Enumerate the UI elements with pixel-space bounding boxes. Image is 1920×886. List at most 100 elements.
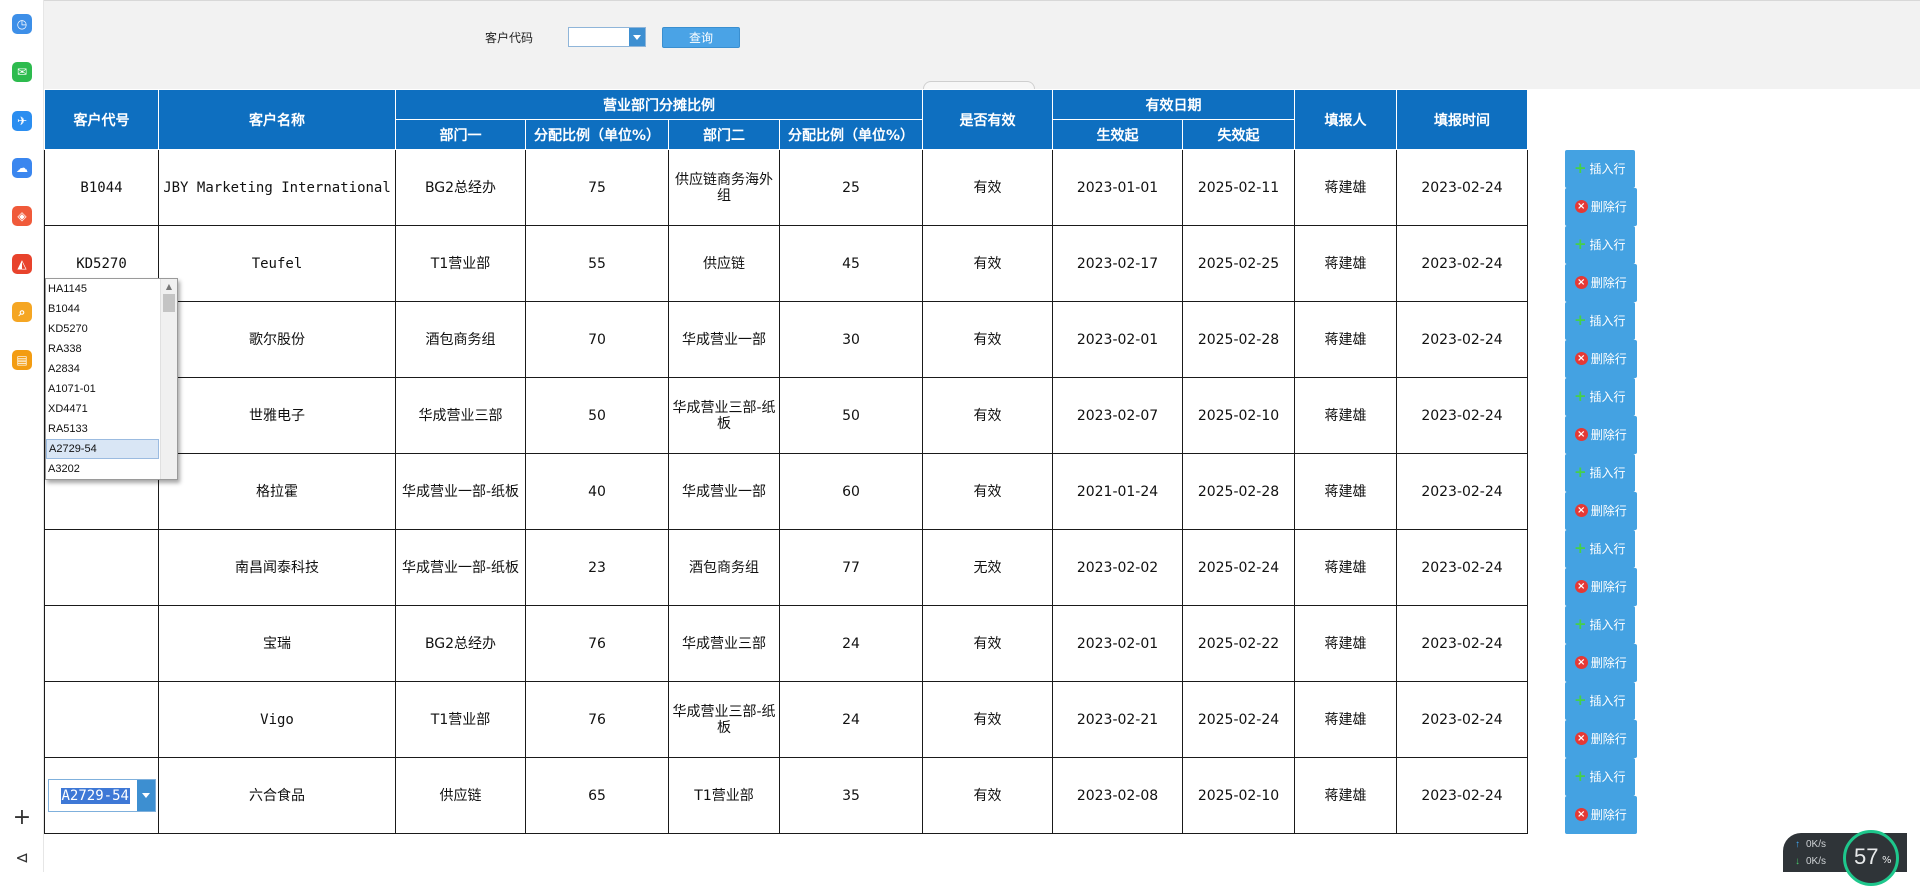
cell-time[interactable]: 2023-02-24 [1396,149,1528,226]
insert-row-button[interactable]: + 插入行 [1564,757,1635,796]
cell-time[interactable]: 2023-02-24 [1396,453,1528,530]
clock-icon[interactable]: ◷ [12,14,32,34]
slides-icon[interactable]: ▤ [12,350,32,370]
scroll-thumb[interactable] [163,294,175,312]
cell-name[interactable]: 六合食品 [158,757,396,834]
cell-name[interactable]: Vigo [158,681,396,758]
dropdown-option[interactable]: XD4471 [46,399,159,419]
cell-valid[interactable]: 有效 [922,377,1053,454]
cell-name[interactable]: 南昌闻泰科技 [158,529,396,606]
cell-start[interactable]: 2023-02-17 [1052,225,1183,302]
cell-dept2[interactable]: 华成营业三部-纸板 [668,681,780,758]
cell-reporter[interactable]: 蒋建雄 [1294,453,1397,530]
acrobat-icon[interactable]: ◭ [12,254,32,274]
collapse-dock-icon[interactable]: ⊲ [10,846,34,870]
cell-start[interactable]: 2023-02-01 [1052,605,1183,682]
cell-ratio2[interactable]: 77 [779,529,923,606]
cell-reporter[interactable]: 蒋建雄 [1294,301,1397,378]
cell-ratio1[interactable]: 70 [525,301,669,378]
cell-time[interactable]: 2023-02-24 [1396,301,1528,378]
cell-ratio1[interactable]: 76 [525,681,669,758]
cell-name[interactable]: 宝瑞 [158,605,396,682]
cell-valid[interactable]: 有效 [922,225,1053,302]
dropdown-option[interactable]: B1044 [46,299,159,319]
delete-row-button[interactable]: × 删除行 [1564,491,1637,530]
cell-customer-code[interactable] [44,529,159,606]
cell-dept2[interactable]: T1营业部 [668,757,780,834]
cell-ratio1[interactable]: 75 [525,149,669,226]
cell-ratio1[interactable]: 65 [525,757,669,834]
cell-customer-code[interactable] [44,681,159,758]
cell-reporter[interactable]: 蒋建雄 [1294,681,1397,758]
cell-ratio1[interactable]: 50 [525,377,669,454]
delete-row-button[interactable]: × 删除行 [1564,263,1637,302]
cell-start[interactable]: 2023-02-08 [1052,757,1183,834]
cell-time[interactable]: 2023-02-24 [1396,605,1528,682]
cell-reporter[interactable]: 蒋建雄 [1294,529,1397,606]
cell-valid[interactable]: 有效 [922,681,1053,758]
cell-start[interactable]: 2023-02-02 [1052,529,1183,606]
cell-ratio1[interactable]: 23 [525,529,669,606]
cell-dept1[interactable]: 华成营业一部-纸板 [395,453,526,530]
cell-valid[interactable]: 无效 [922,529,1053,606]
cell-dept2[interactable]: 华成营业三部-纸板 [668,377,780,454]
delete-row-button[interactable]: × 删除行 [1564,719,1637,758]
cell-customer-code[interactable] [44,605,159,682]
cell-customer-code[interactable]: A2729-54 [44,757,159,834]
cell-time[interactable]: 2023-02-24 [1396,225,1528,302]
cell-ratio2[interactable]: 50 [779,377,923,454]
cell-end[interactable]: 2025-02-28 [1182,453,1295,530]
dropdown-scrollbar[interactable]: ▲ [160,279,177,479]
insert-row-button[interactable]: + 插入行 [1564,681,1635,720]
insert-row-button[interactable]: + 插入行 [1564,149,1635,188]
cell-dept1[interactable]: 供应链 [395,757,526,834]
cell-valid[interactable]: 有效 [922,605,1053,682]
cell-ratio2[interactable]: 24 [779,605,923,682]
cell-start[interactable]: 2023-01-01 [1052,149,1183,226]
cell-end[interactable]: 2025-02-10 [1182,757,1295,834]
add-icon[interactable]: + [10,806,34,830]
cell-dept2[interactable]: 供应链 [668,225,780,302]
cell-dept2[interactable]: 华成营业一部 [668,301,780,378]
cell-valid[interactable]: 有效 [922,453,1053,530]
cell-end[interactable]: 2025-02-24 [1182,681,1295,758]
insert-row-button[interactable]: + 插入行 [1564,225,1635,264]
cell-dept1[interactable]: 酒包商务组 [395,301,526,378]
cell-dept2[interactable]: 酒包商务组 [668,529,780,606]
cell-time[interactable]: 2023-02-24 [1396,377,1528,454]
delete-row-button[interactable]: × 删除行 [1564,643,1637,682]
delete-row-button[interactable]: × 删除行 [1564,415,1637,454]
cell-valid[interactable]: 有效 [922,301,1053,378]
cell-valid[interactable]: 有效 [922,149,1053,226]
dropdown-option[interactable]: RA5133 [46,419,159,439]
plane-icon[interactable]: ✈ [12,111,32,131]
wechat-icon[interactable]: ✉ [12,62,32,82]
insert-row-button[interactable]: + 插入行 [1564,301,1635,340]
cell-end[interactable]: 2025-02-28 [1182,301,1295,378]
cell-dept2[interactable]: 华成营业三部 [668,605,780,682]
chevron-down-icon[interactable] [136,780,155,811]
cell-dept1[interactable]: 华成营业三部 [395,377,526,454]
dropdown-option[interactable]: RA338 [46,339,159,359]
cell-dept2[interactable]: 华成营业一部 [668,453,780,530]
dropdown-option[interactable]: A2729-54 [46,439,159,459]
cell-name[interactable]: 世雅电子 [158,377,396,454]
cell-end[interactable]: 2025-02-22 [1182,605,1295,682]
cell-name[interactable]: JBY Marketing International [158,149,396,226]
cell-reporter[interactable]: 蒋建雄 [1294,149,1397,226]
cell-time[interactable]: 2023-02-24 [1396,529,1528,606]
customer-code-dropdown[interactable]: HA1145 B1044 KD5270 RA338 A2834 A1071-01 XD447… [45,278,178,480]
customer-code-editor[interactable]: A2729-54 [47,779,156,812]
chevron-down-icon[interactable] [629,28,645,46]
dropdown-option[interactable]: A1071-01 [46,379,159,399]
cell-name[interactable]: 格拉霍 [158,453,396,530]
dropdown-option[interactable]: A3202 [46,459,159,479]
cell-ratio2[interactable]: 25 [779,149,923,226]
cell-end[interactable]: 2025-02-11 [1182,149,1295,226]
cell-start[interactable]: 2021-01-24 [1052,453,1183,530]
cell-ratio1[interactable]: 40 [525,453,669,530]
query-button[interactable]: 查询 [662,27,740,48]
cell-name[interactable]: 歌尔股份 [158,301,396,378]
cell-ratio2[interactable]: 45 [779,225,923,302]
insert-row-button[interactable]: + 插入行 [1564,605,1635,644]
